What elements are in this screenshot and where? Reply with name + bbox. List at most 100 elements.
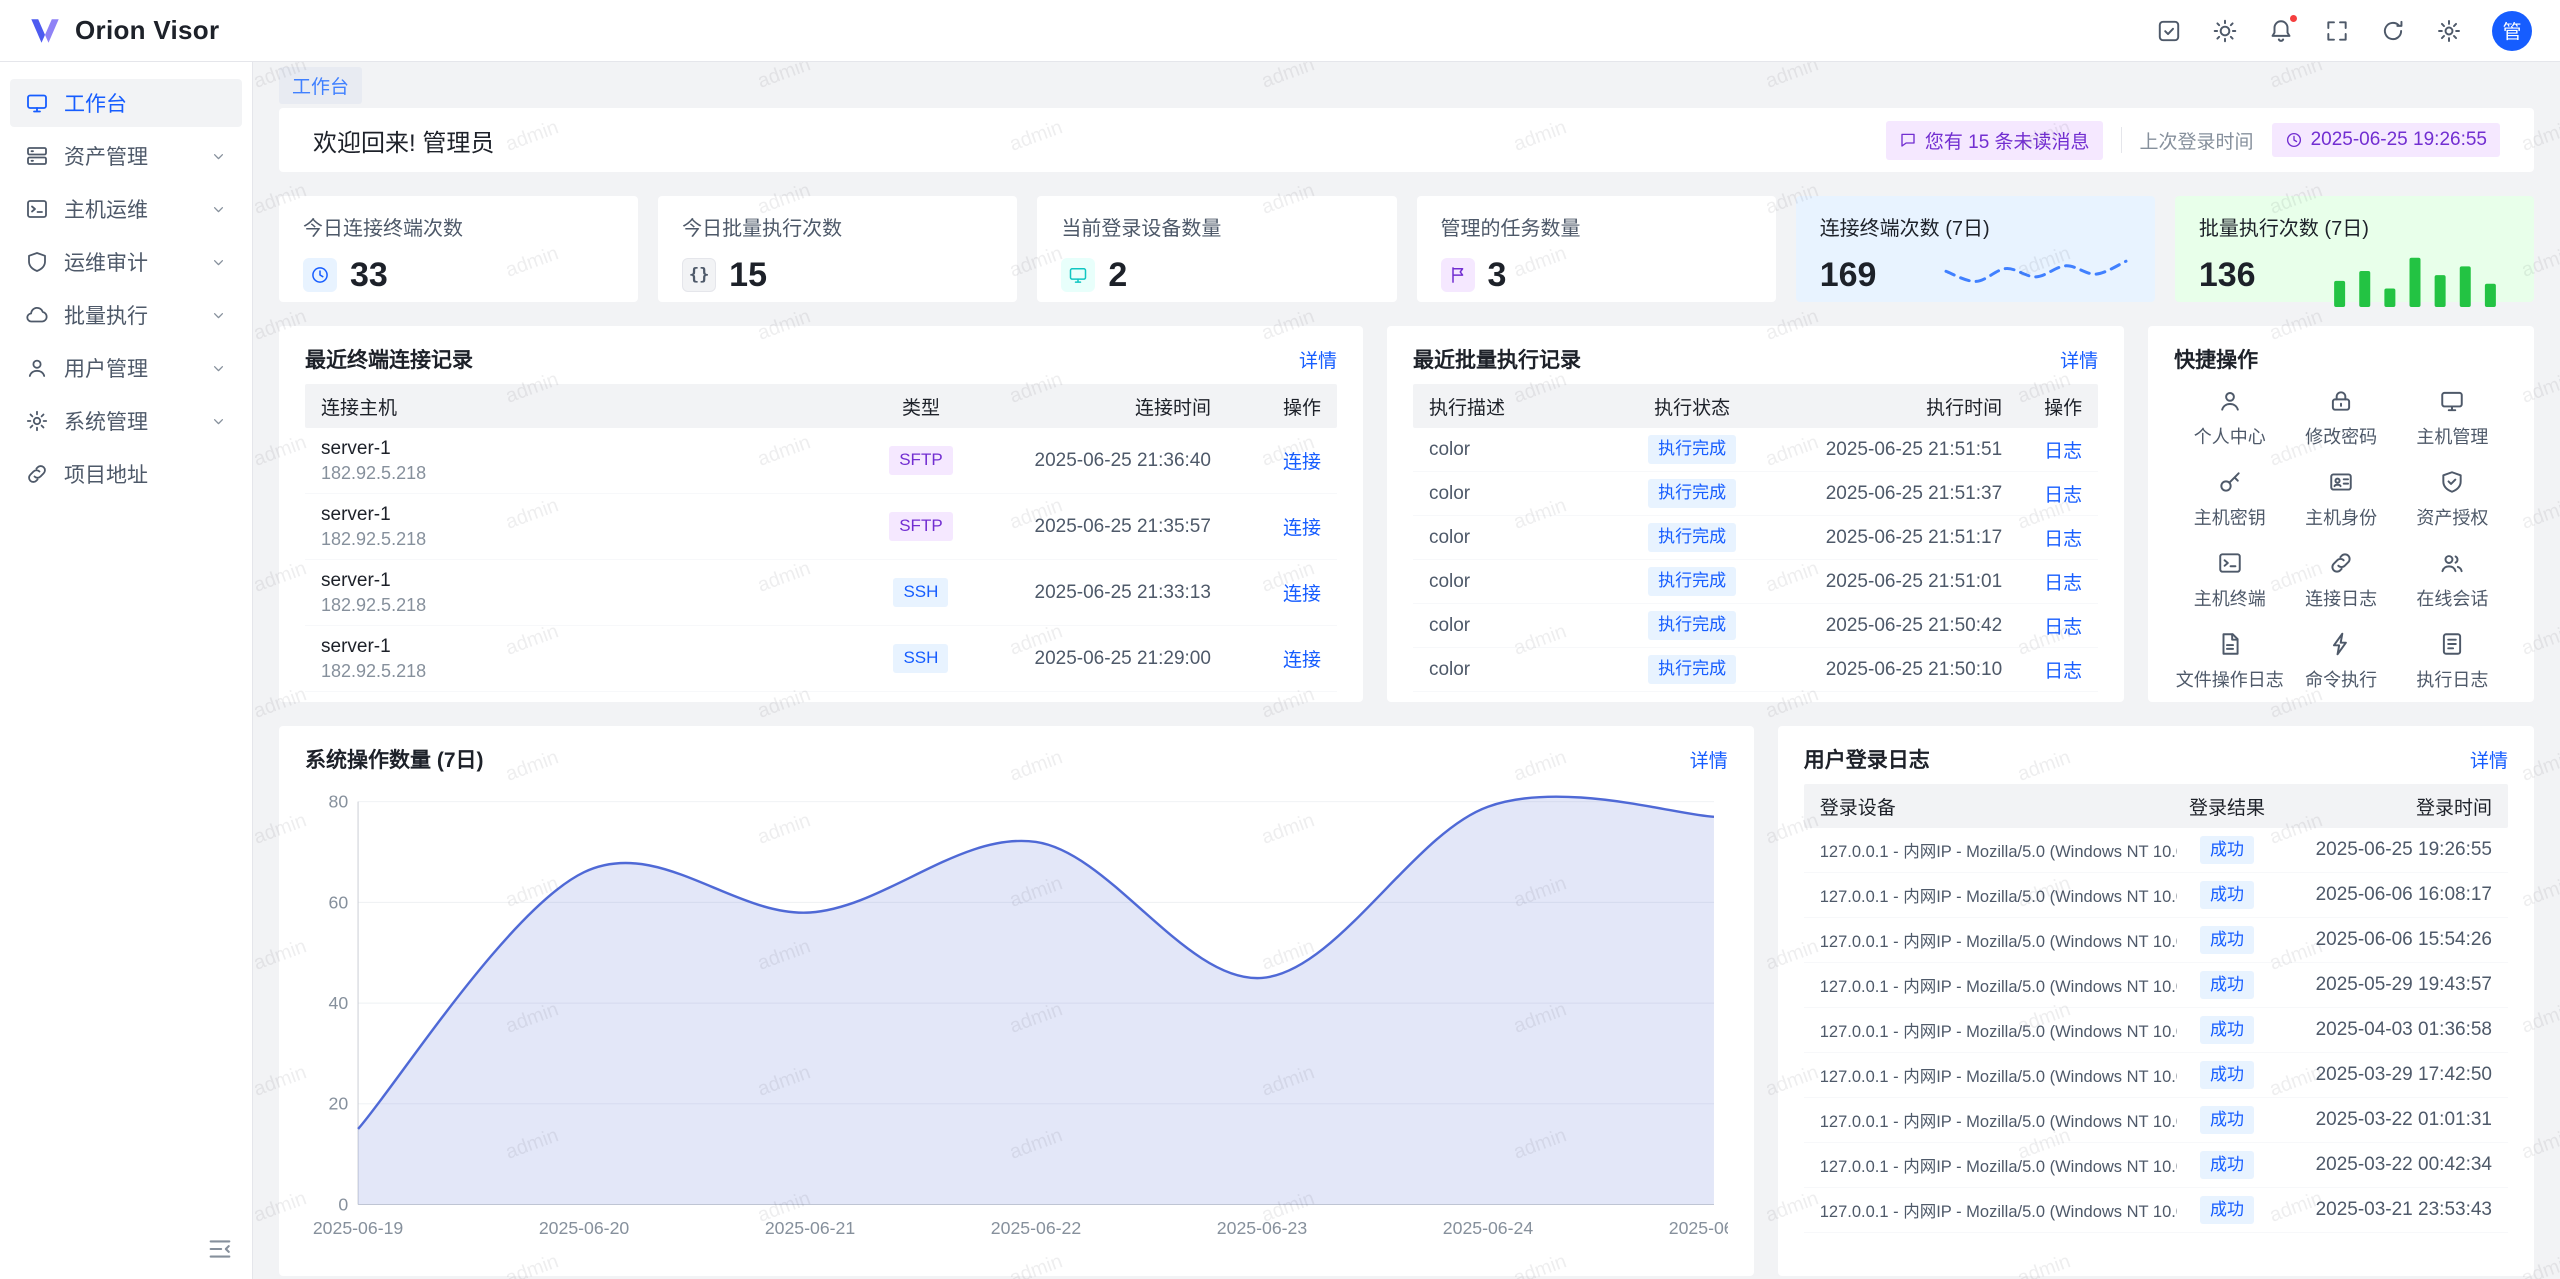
stat-label: 连接终端次数 (7日) bbox=[1820, 212, 2131, 241]
log-link[interactable]: 日志 bbox=[2044, 441, 2082, 462]
result-badge: 成功 bbox=[2200, 881, 2254, 909]
table-row: 127.0.0.1 - 内网IP - Mozilla/5.0 (Windows … bbox=[1804, 1143, 2508, 1188]
svg-text:0: 0 bbox=[338, 1194, 348, 1214]
stat-label: 当前登录设备数量 bbox=[1061, 212, 1372, 241]
log-link[interactable]: 日志 bbox=[2044, 617, 2082, 638]
refresh-icon[interactable] bbox=[2380, 18, 2406, 44]
quick-actions-panel: 快捷操作 个人中心 修改密码 主机管理 主机密钥 bbox=[2148, 326, 2534, 702]
unread-messages-badge[interactable]: 您有 15 条未读消息 bbox=[1886, 121, 2103, 160]
svg-text:2025-06-19: 2025-06-19 bbox=[313, 1218, 403, 1238]
sidebar-item-system-mgmt[interactable]: 系统管理 bbox=[10, 397, 242, 445]
welcome-title: 欢迎回来! 管理员 bbox=[313, 123, 494, 158]
notifications-bell-icon[interactable] bbox=[2268, 18, 2294, 44]
log-link[interactable]: 日志 bbox=[2044, 661, 2082, 682]
sidebar: 工作台 资产管理 主机运维 运维审计 批量执行 用户管理 系统管理 项目地址 bbox=[0, 62, 253, 1279]
last-login-time: 2025-06-25 19:26:55 bbox=[2311, 129, 2487, 151]
chevron-down-icon bbox=[210, 307, 227, 324]
chevron-down-icon bbox=[210, 254, 227, 271]
fullscreen-icon[interactable] bbox=[2324, 18, 2350, 44]
user-icon bbox=[2217, 388, 2243, 414]
quick-action-file-operation-log[interactable]: 文件操作日志 bbox=[2174, 631, 2285, 692]
result-badge: 成功 bbox=[2200, 1151, 2254, 1179]
breadcrumb-item-workbench[interactable]: 工作台 bbox=[279, 67, 362, 104]
batch-detail-link[interactable]: 详情 bbox=[2060, 346, 2098, 373]
quick-action-exec-log[interactable]: 执行日志 bbox=[2397, 631, 2508, 692]
recent-terminal-connections-panel: 最近终端连接记录 详情 连接主机 类型 连接时间 操作 server-1182.… bbox=[279, 326, 1363, 702]
theme-sun-icon[interactable] bbox=[2212, 18, 2238, 44]
table-row: 127.0.0.1 - 内网IP - Mozilla/5.0 (Windows … bbox=[1804, 828, 2508, 873]
chart-detail-link[interactable]: 详情 bbox=[1690, 746, 1728, 773]
sidebar-item-label: 系统管理 bbox=[64, 406, 195, 436]
status-badge: 执行完成 bbox=[1648, 523, 1736, 551]
document-icon bbox=[2439, 631, 2465, 657]
quick-action-host-key[interactable]: 主机密钥 bbox=[2174, 469, 2285, 530]
sidebar-item-host-ops[interactable]: 主机运维 bbox=[10, 185, 242, 233]
log-link[interactable]: 日志 bbox=[2044, 529, 2082, 550]
user-avatar[interactable]: 管 bbox=[2492, 11, 2532, 51]
monitor-icon bbox=[2439, 388, 2465, 414]
stat-value: 33 bbox=[350, 256, 388, 295]
quick-action-host-management[interactable]: 主机管理 bbox=[2397, 388, 2508, 449]
stat-value: 15 bbox=[729, 256, 767, 295]
svg-text:20: 20 bbox=[329, 1094, 349, 1114]
table-row: color 执行完成 2025-06-25 21:51:37 日志 bbox=[1413, 472, 2098, 516]
stat-card-devices: 当前登录设备数量 2 bbox=[1037, 196, 1396, 302]
message-icon bbox=[1899, 131, 1917, 149]
sidebar-item-audit[interactable]: 运维审计 bbox=[10, 238, 242, 286]
login-detail-link[interactable]: 详情 bbox=[2470, 746, 2508, 773]
table-row: 127.0.0.1 - 内网IP - Mozilla/5.0 (Windows … bbox=[1804, 1053, 2508, 1098]
login-device: 127.0.0.1 - 内网IP - Mozilla/5.0 (Windows … bbox=[1820, 1018, 2177, 1042]
user-login-log-panel: 用户登录日志 详情 登录设备 登录结果 登录时间 127.0.0.1 - 内网I… bbox=[1778, 726, 2534, 1276]
connect-link[interactable]: 连接 bbox=[1283, 584, 1321, 605]
connect-link[interactable]: 连接 bbox=[1283, 452, 1321, 473]
table-row: server-1182.92.5.218 SFTP 2025-06-25 21:… bbox=[305, 494, 1337, 560]
panel-title: 系统操作数量 (7日) bbox=[305, 744, 484, 774]
link-icon bbox=[2328, 550, 2354, 576]
apps-icon[interactable] bbox=[2156, 18, 2182, 44]
server-icon bbox=[25, 144, 49, 168]
sidebar-item-project-url[interactable]: 项目地址 bbox=[10, 450, 242, 498]
terminal-detail-link[interactable]: 详情 bbox=[1299, 346, 1337, 373]
collapse-sidebar-button[interactable] bbox=[206, 1235, 234, 1263]
quick-action-personal-center[interactable]: 个人中心 bbox=[2174, 388, 2285, 449]
sidebar-item-assets[interactable]: 资产管理 bbox=[10, 132, 242, 180]
type-badge: SSH bbox=[893, 578, 948, 606]
result-badge: 成功 bbox=[2200, 1061, 2254, 1089]
quick-action-change-password[interactable]: 修改密码 bbox=[2285, 388, 2396, 449]
sidebar-item-label: 主机运维 bbox=[64, 194, 195, 224]
stat-value: 169 bbox=[1820, 256, 1877, 295]
batch-7d-barchart bbox=[2320, 243, 2510, 307]
stat-label: 管理的任务数量 bbox=[1441, 212, 1752, 241]
gear-icon[interactable] bbox=[2436, 18, 2462, 44]
quick-action-connection-log[interactable]: 连接日志 bbox=[2285, 550, 2396, 611]
login-time: 2025-03-21 23:53:43 bbox=[2277, 1199, 2492, 1221]
sidebar-item-batch-exec[interactable]: 批量执行 bbox=[10, 291, 242, 339]
sidebar-item-user-mgmt[interactable]: 用户管理 bbox=[10, 344, 242, 392]
quick-action-host-terminal[interactable]: 主机终端 bbox=[2174, 550, 2285, 611]
quick-action-label: 命令执行 bbox=[2305, 666, 2377, 692]
quick-actions-grid: 个人中心 修改密码 主机管理 主机密钥 主机身份 bbox=[2174, 388, 2508, 692]
terminal-icon bbox=[25, 197, 49, 221]
terminal-7d-sparkline bbox=[1941, 243, 2131, 307]
stat-card-batch-today: 今日批量执行次数 15 bbox=[658, 196, 1017, 302]
quick-action-label: 文件操作日志 bbox=[2176, 666, 2284, 692]
table-row: server-1182.92.5.218 SFTP 2025-06-25 21:… bbox=[305, 428, 1337, 494]
quick-action-online-sessions[interactable]: 在线会话 bbox=[2397, 550, 2508, 611]
stat-card-tasks: 管理的任务数量 3 bbox=[1417, 196, 1776, 302]
shield-check-icon bbox=[2439, 469, 2465, 495]
sidebar-item-workbench[interactable]: 工作台 bbox=[10, 79, 242, 127]
table-row: 127.0.0.1 - 内网IP - Mozilla/5.0 (Windows … bbox=[1804, 873, 2508, 918]
table-row: 127.0.0.1 - 内网IP - Mozilla/5.0 (Windows … bbox=[1804, 1098, 2508, 1143]
welcome-banner: 欢迎回来! 管理员 您有 15 条未读消息 上次登录时间 2025-06-25 … bbox=[279, 108, 2534, 172]
quick-action-host-identity[interactable]: 主机身份 bbox=[2285, 469, 2396, 530]
quick-action-asset-authorization[interactable]: 资产授权 bbox=[2397, 469, 2508, 530]
host-name: server-1 bbox=[321, 636, 861, 658]
log-link[interactable]: 日志 bbox=[2044, 485, 2082, 506]
shield-icon bbox=[25, 250, 49, 274]
connect-link[interactable]: 连接 bbox=[1283, 518, 1321, 539]
connect-link[interactable]: 连接 bbox=[1283, 650, 1321, 671]
stat-label: 批量执行次数 (7日) bbox=[2199, 212, 2510, 241]
log-link[interactable]: 日志 bbox=[2044, 573, 2082, 594]
quick-action-command-exec[interactable]: 命令执行 bbox=[2285, 631, 2396, 692]
status-badge: 执行完成 bbox=[1648, 479, 1736, 507]
